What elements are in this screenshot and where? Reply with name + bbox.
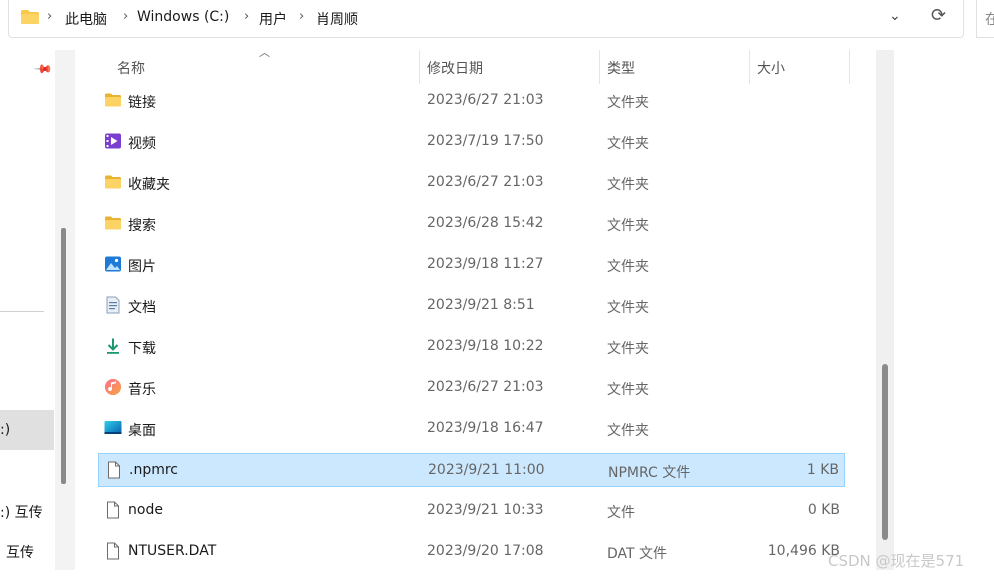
file-type: 文件夹 (607, 300, 649, 316)
file-modified-date: 2023/6/27 21:03 (427, 92, 544, 108)
column-header-size[interactable]: 大小 (757, 58, 785, 78)
file-name: 视频 (128, 136, 156, 152)
file-modified-date: 2023/9/18 10:22 (427, 338, 544, 354)
file-modified-date: 2023/9/21 11:00 (428, 462, 545, 478)
file-name: node (128, 502, 163, 518)
file-row[interactable]: 视频 2023/7/19 17:50 文件夹 (98, 125, 845, 159)
breadcrumb-separator: › (123, 9, 129, 24)
column-header-name[interactable]: 名称 (117, 58, 145, 78)
nav-scrollbar-thumb[interactable] (61, 228, 66, 484)
file-type: 文件夹 (607, 95, 649, 111)
folder-icon (104, 173, 122, 191)
file-row[interactable]: 搜索 2023/6/28 15:42 文件夹 (98, 207, 845, 241)
column-header-modified[interactable]: 修改日期 (427, 58, 483, 78)
address-bar[interactable]: › 此电脑 › Windows (C:) › 用户 › 肖周顺 ⌄ ⟳ (8, 0, 964, 38)
file-icon (104, 542, 122, 560)
refresh-icon[interactable]: ⟳ (931, 5, 946, 26)
downloads-folder-icon (104, 337, 122, 355)
file-row[interactable]: 文档 2023/9/21 8:51 文件夹 (98, 289, 845, 323)
file-type: 文件 (607, 505, 635, 521)
sort-ascending-icon: ︿ (259, 46, 270, 59)
column-divider[interactable] (849, 50, 850, 84)
file-row[interactable]: 桌面 2023/9/18 16:47 文件夹 (98, 412, 845, 446)
nav-item-label[interactable]: 互传 (6, 542, 34, 562)
file-type: 文件夹 (607, 423, 649, 439)
file-row[interactable]: .npmrc 2023/9/21 11:00 NPMRC 文件 1 KB (98, 453, 845, 487)
nav-divider (0, 311, 44, 312)
watermark: CSDN @现在是571 (828, 552, 965, 570)
file-type: 文件夹 (607, 259, 649, 275)
file-type: 文件夹 (607, 382, 649, 398)
breadcrumb-this-pc[interactable]: 此电脑 (65, 9, 107, 29)
file-name: 图片 (128, 259, 156, 275)
file-row[interactable]: 图片 2023/9/18 11:27 文件夹 (98, 248, 845, 282)
file-name: .npmrc (129, 462, 178, 478)
file-name: 搜索 (128, 218, 156, 234)
breadcrumb-current-user[interactable]: 肖周顺 (316, 9, 358, 29)
breadcrumb-windows-c[interactable]: Windows (C:) (137, 9, 229, 25)
videos-folder-icon (104, 132, 122, 150)
file-size: 1 KB (806, 462, 839, 478)
file-type: DAT 文件 (607, 546, 668, 562)
file-row[interactable]: 下载 2023/9/18 10:22 文件夹 (98, 330, 845, 364)
file-name: 文档 (128, 300, 156, 316)
file-modified-date: 2023/9/20 17:08 (427, 543, 544, 559)
column-divider[interactable] (749, 50, 750, 84)
column-header-type[interactable]: 类型 (607, 58, 635, 78)
breadcrumb-separator: › (244, 9, 250, 24)
music-folder-icon (104, 378, 122, 396)
folder-icon (21, 10, 39, 24)
breadcrumb-separator: › (299, 9, 305, 24)
desktop-folder-icon (104, 419, 122, 437)
chevron-down-icon[interactable]: ⌄ (889, 8, 901, 24)
file-icon (104, 501, 122, 519)
file-modified-date: 2023/7/19 17:50 (427, 133, 544, 149)
file-size: 0 KB (807, 502, 840, 518)
documents-folder-icon (104, 296, 122, 314)
file-row[interactable]: NTUSER.DAT 2023/9/20 17:08 DAT 文件 10,496 KB (98, 535, 845, 569)
file-row[interactable]: node 2023/9/21 10:33 文件 0 KB (98, 494, 845, 528)
file-modified-date: 2023/6/28 15:42 (427, 215, 544, 231)
search-placeholder: 在 (985, 12, 994, 28)
column-divider[interactable] (419, 50, 420, 84)
breadcrumb-users[interactable]: 用户 (259, 9, 287, 29)
file-modified-date: 2023/9/21 10:33 (427, 502, 544, 518)
file-modified-date: 2023/6/27 21:03 (427, 379, 544, 395)
file-modified-date: 2023/9/18 11:27 (427, 256, 544, 272)
folder-icon (104, 214, 122, 232)
file-name: NTUSER.DAT (128, 543, 217, 559)
nav-item-selected[interactable]: :) (0, 410, 54, 450)
file-type: NPMRC 文件 (608, 465, 691, 481)
file-name: 音乐 (128, 382, 156, 398)
file-modified-date: 2023/9/18 16:47 (427, 420, 544, 436)
file-row[interactable]: 收藏夹 2023/6/27 21:03 文件夹 (98, 166, 845, 200)
pin-icon[interactable]: 📌 (33, 59, 53, 79)
file-row[interactable]: 音乐 2023/6/27 21:03 文件夹 (98, 371, 845, 405)
file-type: 文件夹 (607, 341, 649, 357)
file-name: 收藏夹 (128, 177, 170, 193)
file-type: 文件夹 (607, 177, 649, 193)
search-input[interactable]: 在 (976, 0, 994, 38)
file-row[interactable]: 链接 2023/6/27 21:03 文件夹 (98, 84, 845, 118)
column-divider[interactable] (599, 50, 600, 84)
file-name: 下载 (128, 341, 156, 357)
file-type: 文件夹 (607, 136, 649, 152)
pictures-folder-icon (104, 255, 122, 273)
file-modified-date: 2023/9/21 8:51 (427, 297, 535, 313)
folder-icon (104, 91, 122, 109)
file-name: 链接 (128, 95, 156, 111)
file-icon (105, 461, 123, 479)
file-scrollbar-thumb[interactable] (882, 364, 888, 540)
file-type: 文件夹 (607, 218, 649, 234)
nav-item-label: :) (0, 422, 11, 438)
file-name: 桌面 (128, 423, 156, 439)
file-modified-date: 2023/6/27 21:03 (427, 174, 544, 190)
breadcrumb-separator: › (47, 9, 53, 24)
nav-item-label[interactable]: :) 互传 (0, 502, 43, 522)
